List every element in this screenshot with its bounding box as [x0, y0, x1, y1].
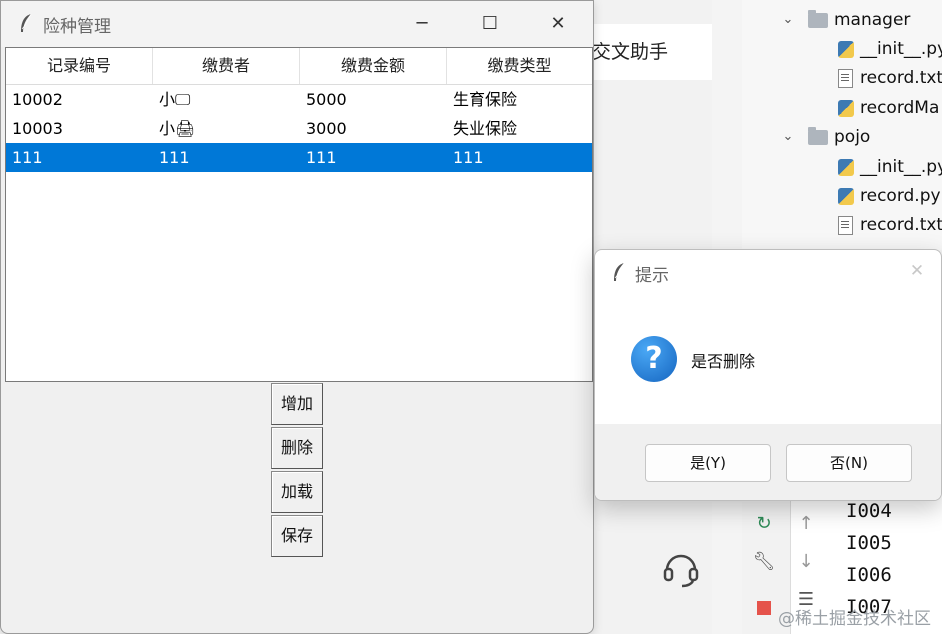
save-button[interactable]: 保存 — [271, 515, 323, 557]
record-table[interactable]: 记录编号 缴费者 缴费金额 缴费类型 10002 小🖵 5000 生育保险 10… — [5, 47, 593, 382]
window-title: 险种管理 — [43, 17, 111, 37]
arrow-up-icon[interactable]: ↑ — [794, 512, 818, 536]
column-header-id[interactable]: 记录编号 — [6, 48, 153, 84]
tree-item-file[interactable]: record.txt — [742, 64, 942, 92]
text-file-icon — [838, 69, 853, 88]
console-line: I004 — [846, 500, 892, 522]
dialog-message: 是否删除 — [691, 352, 756, 371]
close-icon[interactable]: ✕ — [899, 256, 935, 286]
wrench-icon[interactable]: 🔧︎ — [752, 550, 776, 574]
column-header-type[interactable]: 缴费类型 — [447, 48, 592, 84]
python-file-icon — [838, 188, 854, 205]
minimize-button[interactable]: ─ — [399, 1, 445, 47]
no-button[interactable]: 否(N) — [786, 444, 912, 482]
tree-item-pojo[interactable]: ⌄ pojo — [742, 123, 942, 151]
python-file-icon — [838, 159, 854, 176]
folder-icon — [808, 127, 828, 145]
tree-item-manager[interactable]: ⌄ manager — [742, 6, 942, 34]
load-button[interactable]: 加载 — [271, 471, 323, 513]
chevron-down-icon[interactable]: ⌄ — [780, 123, 796, 151]
feather-icon — [614, 262, 625, 281]
tree-item-file[interactable]: __init__.py — [742, 153, 942, 181]
python-file-icon — [838, 100, 854, 117]
question-icon: ? — [631, 336, 677, 382]
stop-icon[interactable] — [752, 596, 776, 620]
tree-item-file[interactable]: record.py — [742, 182, 942, 210]
add-button[interactable]: 增加 — [271, 383, 323, 425]
yes-button[interactable]: 是(Y) — [645, 444, 771, 482]
feather-icon — [21, 13, 32, 32]
folder-icon — [808, 10, 828, 28]
table-row[interactable]: 10003 小🖨 3000 失业保险 — [6, 114, 592, 143]
assistant-tab[interactable]: 交文助手 — [590, 24, 712, 80]
delete-button[interactable]: 删除 — [271, 427, 323, 469]
headset-icon[interactable] — [662, 548, 700, 588]
text-file-icon — [838, 216, 853, 235]
console-line: I006 — [846, 564, 892, 586]
tree-item-file[interactable]: record.txt — [742, 211, 942, 239]
column-header-payer[interactable]: 缴费者 — [153, 48, 300, 84]
column-header-amount[interactable]: 缴费金额 — [300, 48, 447, 84]
confirm-dialog: 提示 ✕ ? 是否删除 是(Y) 否(N) — [594, 249, 942, 501]
table-row-selected[interactable]: 111 111 111 111 — [6, 143, 592, 172]
tree-item-file[interactable]: recordMa — [742, 94, 942, 122]
rerun-icon[interactable]: ↻ — [752, 512, 776, 536]
watermark: @稀土掘金技术社区 — [778, 609, 931, 629]
python-file-icon — [838, 41, 854, 58]
close-button[interactable]: ✕ — [535, 1, 581, 47]
table-header: 记录编号 缴费者 缴费金额 缴费类型 — [6, 48, 592, 85]
tree-item-file[interactable]: __init__.py — [742, 35, 942, 63]
dialog-title: 提示 — [635, 266, 669, 286]
table-row[interactable]: 10002 小🖵 5000 生育保险 — [6, 85, 592, 114]
console-line: I005 — [846, 532, 892, 554]
chevron-down-icon[interactable]: ⌄ — [780, 6, 796, 34]
maximize-button[interactable]: ☐ — [467, 1, 513, 47]
project-tree: ⌄ manager __init__.py record.txt recordM… — [742, 0, 942, 250]
arrow-down-icon[interactable]: ↓ — [794, 550, 818, 574]
main-window: 险种管理 ─ ☐ ✕ 记录编号 缴费者 缴费金额 缴费类型 10002 小🖵 5… — [0, 0, 594, 634]
title-bar[interactable]: 险种管理 ─ ☐ ✕ — [1, 1, 593, 47]
